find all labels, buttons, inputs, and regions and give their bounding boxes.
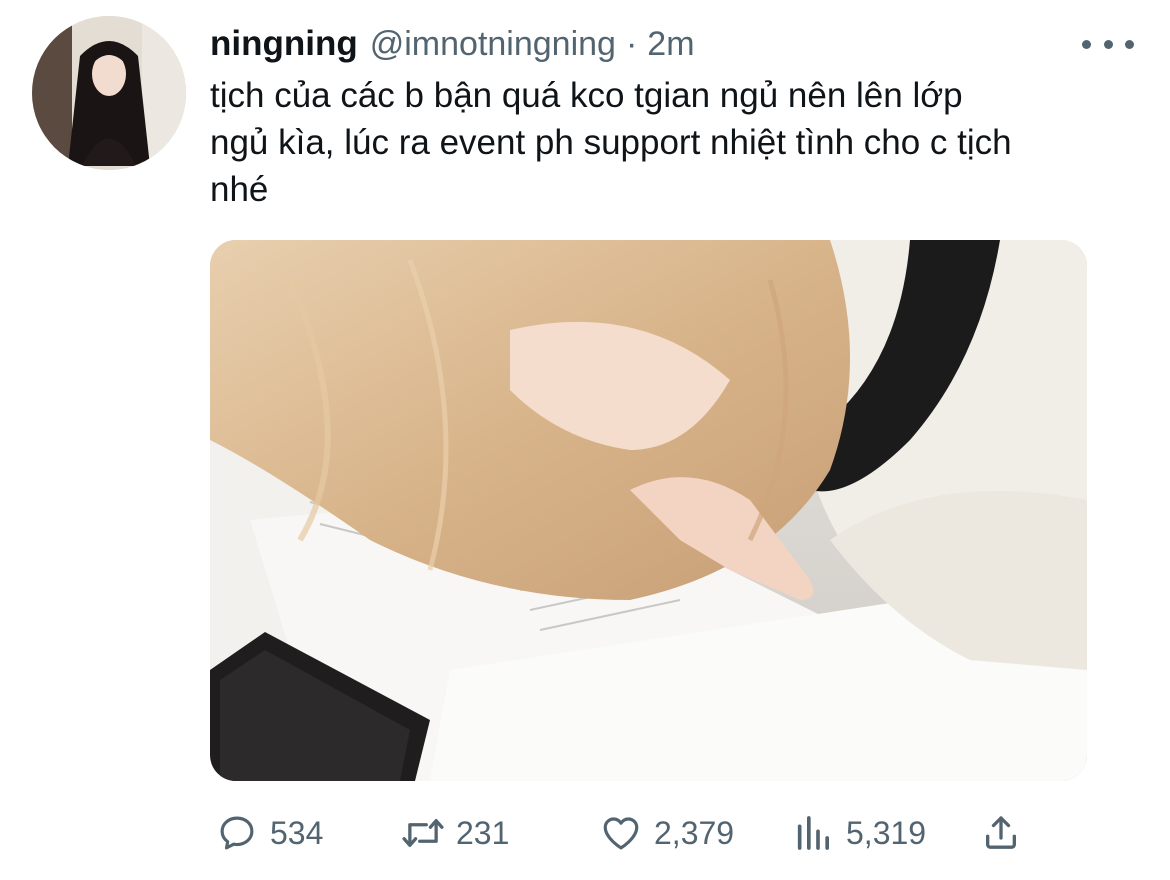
action-bar: 534 231 2,379 5,319 [214,808,1044,858]
views-icon [790,810,836,856]
more-icon[interactable] [1082,30,1134,58]
retweet-button[interactable]: 231 [400,808,509,858]
more-dot [1103,39,1113,49]
share-icon [978,810,1024,856]
handle[interactable]: @imnotningning [370,25,616,64]
display-name[interactable]: ningning [210,24,358,64]
views-count: 5,319 [846,814,927,851]
tweet-text-line: nhé [210,170,269,209]
tweet-photo[interactable] [210,240,1087,781]
tweet-text: tịch của các b bận quá kco tgian ngủ nên… [210,72,1140,213]
reply-count: 534 [270,814,324,851]
like-button[interactable]: 2,379 [598,808,734,858]
tweet-text-line: tịch của các b bận quá kco tgian ngủ nên… [210,76,963,115]
timestamp[interactable]: 2m [647,25,694,64]
tweet-header: ningning @imnotningning · 2m [210,24,695,66]
tweet[interactable]: ningning @imnotningning · 2m tịch của cá… [0,0,1170,880]
retweet-icon [400,810,446,856]
share-button[interactable] [978,808,1024,858]
separator-dot: · [625,25,638,63]
retweet-count: 231 [456,814,510,851]
tweet-text-line: ngủ kìa, lúc ra event ph support nhiệt t… [210,123,1012,162]
reply-icon [214,810,260,856]
more-dot [1125,39,1134,49]
avatar[interactable] [32,16,186,170]
more-dot [1082,39,1091,49]
like-count: 2,379 [654,814,735,851]
reply-button[interactable]: 534 [214,808,323,858]
views-button[interactable]: 5,319 [790,808,926,858]
heart-icon [598,810,644,856]
